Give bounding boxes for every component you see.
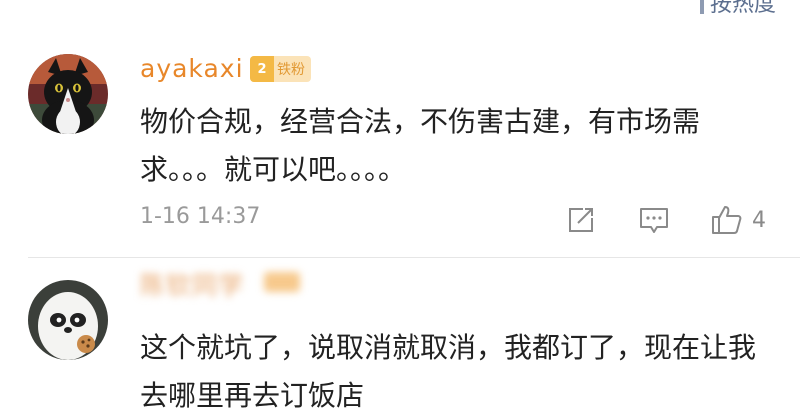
comment-list-page: 按热度 ayakaxi 2 铁粉 物价合规，经营合法，不伤害古建，有市场需求。。… [0, 0, 800, 420]
sort-divider-mark [699, 0, 704, 14]
sort-label: 按热度 [709, 0, 776, 17]
avatar[interactable] [28, 280, 108, 360]
panda-cartoon-avatar-icon [28, 280, 108, 360]
share-button[interactable] [566, 200, 596, 240]
comment-text: 这个就坑了，说取消就取消，我都订了，现在让我去哪里再去订饭店 [140, 331, 757, 412]
blurred-badge [264, 272, 300, 292]
like-count: 4 [752, 207, 766, 233]
reply-button[interactable] [638, 200, 670, 240]
comment-divider [28, 257, 800, 258]
comment-item: ayakaxi 2 铁粉 物价合规，经营合法，不伤害古建，有市场需求。。。就可以吧… [0, 48, 800, 254]
level-number: 2 [250, 56, 274, 82]
comment-text: 物价合规，经营合法，不伤害古建，有市场需求。。。就可以吧。。。。 [140, 105, 701, 186]
username[interactable]: ayakaxi [140, 54, 244, 83]
comment-meta: 1-16 14:37 4 [140, 200, 780, 240]
thumbs-up-icon [712, 206, 742, 234]
comment-icon [640, 208, 668, 233]
like-button[interactable]: 4 [710, 200, 766, 240]
sort-toggle[interactable]: 按热度 [699, 0, 776, 18]
fan-badge-label: 铁粉 [277, 62, 305, 78]
share-icon [569, 208, 593, 232]
level-badge: 2 铁粉 [250, 56, 311, 82]
black-cat-avatar-icon [28, 54, 108, 134]
avatar[interactable] [28, 54, 108, 134]
comment-item: 陈钦同学 这个就坑了，说取消就取消，我都订了，现在让我去哪里再去订饭店 [0, 262, 800, 420]
timestamp: 1-16 14:37 [140, 204, 261, 229]
username[interactable]: 陈钦同学 [140, 266, 244, 302]
